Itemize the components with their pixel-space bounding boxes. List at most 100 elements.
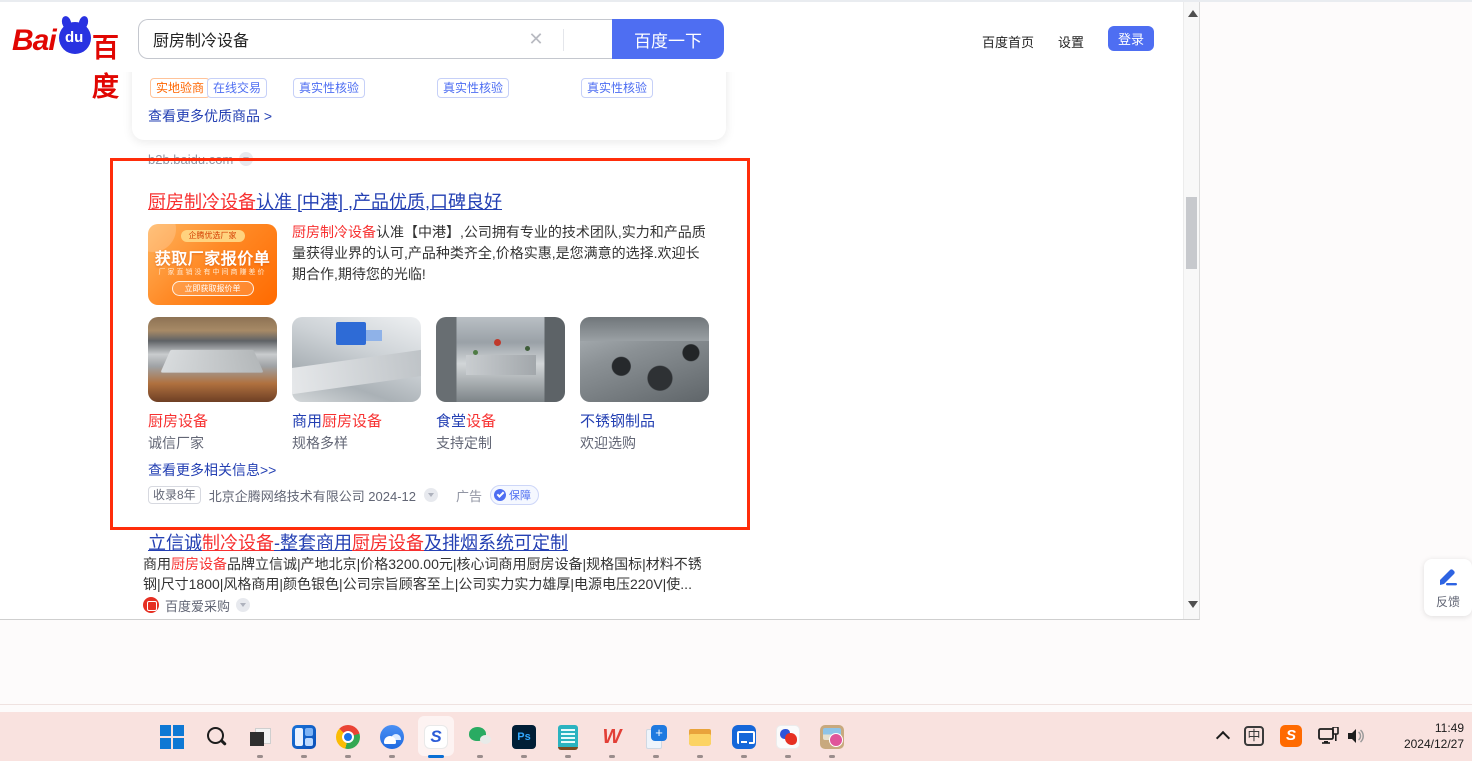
start-button[interactable] — [150, 712, 194, 761]
product-thumbnail-kitchen-equipment[interactable] — [148, 317, 277, 402]
product-title-2-keyword[interactable]: 厨房设备 — [322, 413, 382, 430]
taskbar-clock[interactable]: 11:49 2024/12/27 — [1374, 720, 1464, 752]
result-source-url[interactable]: b2b.baidu.com — [148, 152, 233, 167]
chrome-taskbar-button[interactable] — [326, 712, 370, 761]
nav-settings-link[interactable]: 设置 — [1058, 32, 1084, 51]
login-button[interactable]: 登录 — [1108, 26, 1154, 51]
product-title-3-plain[interactable]: 食堂 — [436, 413, 466, 430]
ad-promo-image[interactable]: 企腾优选厂家 获取厂家报价单 厂家直销没有中间商赚差价 立即获取报价单 — [148, 224, 277, 305]
product-subtitle-4: 欢迎选购 — [580, 433, 636, 453]
ad-title-keyword[interactable]: 厨房制冷设备 — [148, 192, 256, 212]
page-scrollbar[interactable] — [1183, 2, 1199, 620]
nav-baidu-home-link[interactable]: 百度首页 — [982, 32, 1034, 51]
ad-options-chevron-icon[interactable] — [424, 488, 438, 502]
wechat-taskbar-button[interactable] — [458, 712, 502, 761]
search-input[interactable] — [153, 20, 533, 58]
desktop: 实地验商 在线交易 真实性核验 真实性核验 真实性核验 查看更多优质商品 > b… — [0, 0, 1472, 761]
notepad-taskbar-button[interactable] — [546, 712, 590, 761]
chrome-icon — [336, 725, 360, 749]
pc-manager-taskbar-button[interactable] — [722, 712, 766, 761]
task-view-icon — [248, 725, 272, 749]
clear-search-icon[interactable]: ✕ — [526, 29, 546, 49]
volume-icon[interactable] — [1346, 727, 1366, 750]
product-title-2[interactable]: 商用厨房设备 — [292, 410, 382, 431]
pc-manager-icon — [732, 725, 756, 749]
result2-options-chevron-icon[interactable] — [236, 598, 250, 612]
product-title-1-keyword[interactable]: 厨房设备 — [148, 413, 208, 430]
tag-authenticity-check-3[interactable]: 真实性核验 — [581, 78, 653, 98]
result2-title-keyword2[interactable]: 厨房设备 — [352, 533, 424, 553]
baidu-search-button[interactable]: 百度一下 — [612, 19, 724, 59]
product-subtitle-2: 规格多样 — [292, 433, 348, 453]
file-explorer-taskbar-button[interactable] — [678, 712, 722, 761]
search-bar: ✕ 百度一下 — [138, 19, 724, 59]
product-title-4[interactable]: 不锈钢制品 — [580, 410, 655, 431]
sogou-browser-icon: S — [424, 725, 448, 749]
clock-date: 2024/12/27 — [1374, 736, 1464, 752]
notepad-icon — [558, 725, 578, 749]
qq-browser-icon — [380, 725, 404, 749]
photoshop-taskbar-button[interactable]: Ps — [502, 712, 546, 761]
tag-authenticity-check-1[interactable]: 真实性核验 — [293, 78, 365, 98]
product-title-4-plain[interactable]: 不锈钢制品 — [580, 413, 655, 430]
result2-desc-rest: 品牌立信诚|产地北京|价格3200.00元|核心词商用厨房设备|规格国标|材料不… — [143, 556, 702, 592]
product-title-3-keyword[interactable]: 设备 — [466, 413, 496, 430]
search-header: Bai du 百度 ✕ 百度一下 百度首页 设置 登录 — [0, 2, 1182, 72]
scrollbar-thumb[interactable] — [1186, 197, 1197, 269]
baidu-logo[interactable]: Bai du 百度 — [12, 16, 122, 60]
pencil-icon — [1437, 566, 1459, 586]
ad-title-rest[interactable]: 认准 [中港] ,产品优质,口碑良好 — [256, 192, 502, 212]
logo-text-du: du — [65, 29, 83, 46]
promo-pill-label: 企腾优选厂家 — [181, 230, 245, 242]
scroll-down-arrow-icon[interactable] — [1188, 601, 1198, 608]
paint-app-taskbar-button[interactable] — [766, 712, 810, 761]
tag-authenticity-check-2[interactable]: 真实性核验 — [437, 78, 509, 98]
search-icon — [204, 725, 228, 749]
product-thumbnail-stainless-steel[interactable] — [580, 317, 709, 402]
tag-online-trade[interactable]: 在线交易 — [207, 78, 267, 98]
result2-desc-plain: 商用 — [143, 556, 171, 572]
qq-browser-taskbar-button[interactable] — [370, 712, 414, 761]
more-quality-goods-link[interactable]: 查看更多优质商品 > — [148, 106, 272, 126]
tag-onsite-verified[interactable]: 实地验商 — [150, 78, 210, 98]
product-subtitle-3: 支持定制 — [436, 433, 492, 453]
result2-title-part2[interactable]: -整套商用 — [274, 533, 352, 553]
result2-source-name[interactable]: 百度爱采购 — [165, 596, 230, 615]
ad-desc-keyword: 厨房制冷设备 — [292, 224, 376, 240]
widgets-button[interactable] — [282, 712, 326, 761]
protection-badge[interactable]: 保障 — [490, 485, 539, 505]
result2-title[interactable]: 立信诚制冷设备-整套商用厨房设备及排烟系统可定制 — [148, 529, 568, 555]
product-title-2-plain[interactable]: 商用 — [292, 413, 322, 430]
result2-title-keyword1[interactable]: 制冷设备 — [202, 533, 274, 553]
logo-text-bai: Bai — [12, 24, 56, 58]
screenshot-tool-taskbar-button[interactable] — [634, 712, 678, 761]
product-thumbnail-canteen-equipment[interactable] — [436, 317, 565, 402]
ime-language-indicator[interactable]: 中 — [1244, 726, 1264, 746]
feedback-widget[interactable]: 反馈 — [1424, 559, 1472, 616]
taskbar-icon-strip: S Ps W — [150, 712, 854, 761]
taskbar-search-button[interactable] — [194, 712, 238, 761]
windows-taskbar: S Ps W 中 S 11:49 2024/12/27 — [0, 712, 1472, 761]
result2-title-part1[interactable]: 立信诚 — [148, 533, 202, 553]
result2-title-part3[interactable]: 及排烟系统可定制 — [424, 533, 568, 553]
search-box[interactable]: ✕ — [138, 19, 612, 59]
more-related-info-link[interactable]: 查看更多相关信息>> — [148, 460, 276, 480]
promo-quote-button[interactable]: 立即获取报价单 — [172, 281, 254, 296]
sogou-ime-icon[interactable]: S — [1280, 725, 1302, 747]
product-thumbnail-commercial-kitchen[interactable] — [292, 317, 421, 402]
task-view-button[interactable] — [238, 712, 282, 761]
result2-source-row: 百度爱采购 — [143, 595, 250, 615]
sogou-browser-taskbar-button[interactable]: S — [414, 712, 458, 761]
product-title-3[interactable]: 食堂设备 — [436, 410, 496, 431]
baidu-aicaigou-logo-icon — [143, 597, 159, 613]
ad-result-title[interactable]: 厨房制冷设备认准 [中港] ,产品优质,口碑良好 — [148, 188, 502, 214]
result-options-chevron-icon[interactable] — [239, 152, 253, 166]
product-title-1[interactable]: 厨房设备 — [148, 410, 208, 431]
photo-album-taskbar-button[interactable] — [810, 712, 854, 761]
wechat-icon — [468, 725, 492, 749]
browser-viewport: 实地验商 在线交易 真实性核验 真实性核验 真实性核验 查看更多优质商品 > b… — [0, 2, 1200, 620]
wps-taskbar-button[interactable]: W — [590, 712, 634, 761]
scroll-up-arrow-icon[interactable] — [1188, 10, 1198, 17]
network-status-icon[interactable] — [1318, 727, 1340, 750]
tray-show-hidden-icons[interactable] — [1218, 730, 1230, 742]
